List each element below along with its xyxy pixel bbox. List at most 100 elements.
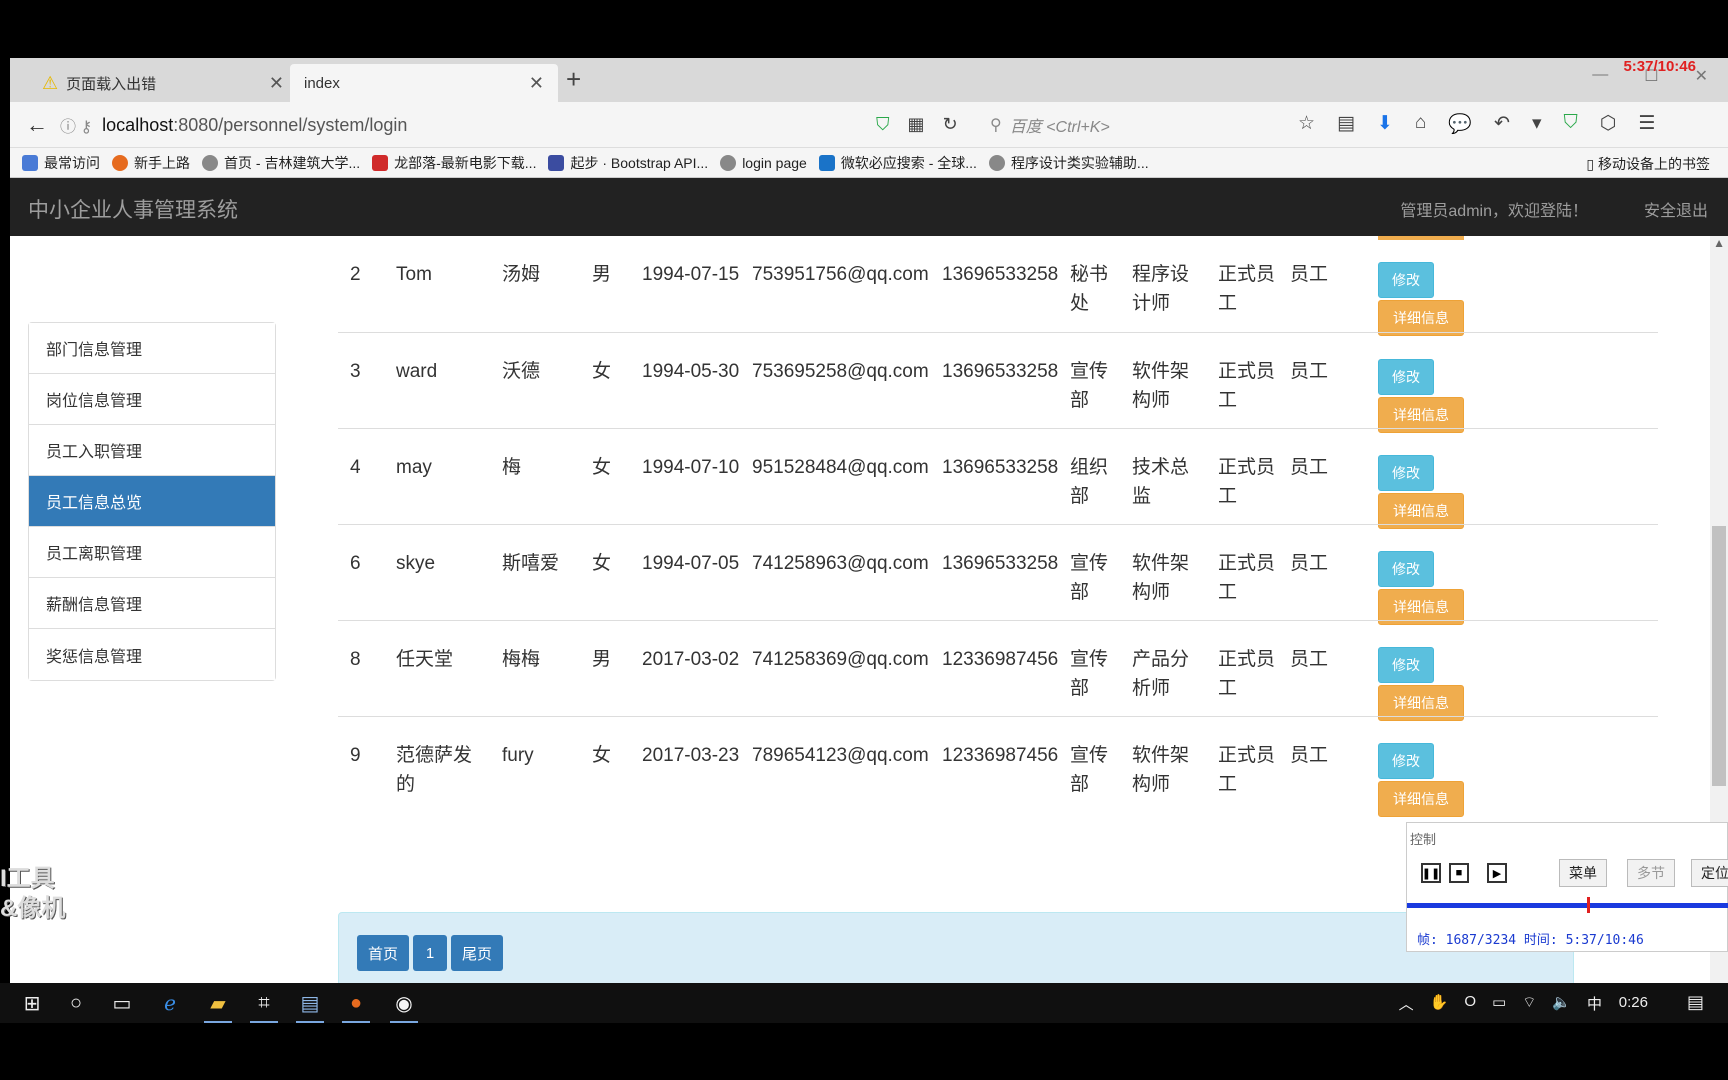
download-icon[interactable]: ⬇ — [1377, 112, 1393, 136]
volume-icon[interactable]: 🔈 — [1552, 993, 1571, 1014]
sidebar-item-positions[interactable]: 岗位信息管理 — [29, 374, 275, 425]
first-page-button[interactable]: 首页 — [357, 935, 409, 971]
qr-code-icon[interactable]: ▦ — [908, 114, 925, 135]
scroll-up-icon[interactable]: ▲ — [1713, 236, 1725, 250]
sidebar-item-departments[interactable]: 部门信息管理 — [29, 323, 275, 374]
recorder-timeline[interactable] — [1407, 903, 1728, 908]
position-cell: 软件架构师 — [1132, 745, 1190, 795]
system-clock[interactable]: 0:26 — [1619, 994, 1648, 1011]
bookmark-item[interactable]: login page — [720, 154, 807, 171]
chat-icon[interactable]: 💬 — [1448, 112, 1472, 136]
pagination-panel: 首页 1 尾页 — [338, 912, 1574, 983]
back-arrow-icon[interactable]: ← — [26, 112, 48, 138]
close-tab-icon[interactable]: ✕ — [269, 73, 284, 94]
next-frame-icon[interactable]: ▶ — [1487, 863, 1507, 883]
edge-browser-icon[interactable]: ℯ — [156, 989, 184, 1017]
table-row: 9 范德萨发的 fury 女 2017-03-23 789654123@qq.com 123… — [338, 716, 1658, 817]
recorder-app-icon[interactable]: ◉ — [390, 989, 418, 1023]
close-window-icon[interactable]: ✕ — [1695, 66, 1708, 86]
edit-button[interactable]: 修改 — [1378, 647, 1434, 683]
last-page-button[interactable]: 尾页 — [451, 935, 503, 971]
address-bar[interactable]: ⓘ ⚷ localhost:8080/personnel/system/logi… — [60, 108, 930, 142]
new-tab-button[interactable]: + — [566, 64, 581, 95]
bookmark-item[interactable]: 起步 · Bootstrap API... — [548, 153, 708, 173]
bookmark-item[interactable]: 最常访问 — [22, 153, 100, 173]
windows-start-icon[interactable]: ⊞ — [18, 989, 46, 1017]
dropdown-icon[interactable]: ▾ — [1532, 112, 1542, 136]
tray-app-icon[interactable]: ✋ — [1430, 993, 1449, 1014]
notepad-icon[interactable]: ▤ — [296, 989, 324, 1023]
edit-button[interactable]: 修改 — [1378, 359, 1434, 395]
department-cell: 宣传部 — [1070, 649, 1109, 699]
tab-index[interactable]: index ✕ — [290, 64, 558, 102]
timeline-marker[interactable] — [1587, 897, 1590, 913]
undo-icon[interactable]: ↶ — [1494, 112, 1510, 136]
firefox-icon[interactable]: ● — [342, 989, 370, 1023]
menu-icon[interactable]: ☰ — [1638, 112, 1655, 136]
bookmark-item[interactable]: 程序设计类实验辅助... — [988, 153, 1149, 173]
employment-type-cell: 正式员工 — [1218, 264, 1276, 314]
edit-button[interactable]: 修改 — [1378, 743, 1434, 779]
employee-id-cell: 2 — [350, 264, 361, 285]
star-icon[interactable]: ☆ — [1298, 112, 1315, 136]
home-icon[interactable]: ⌂ — [1415, 112, 1426, 136]
reading-list-icon[interactable]: ▤ — [1337, 112, 1355, 136]
stop-icon[interactable]: ■ — [1449, 863, 1469, 883]
locate-button[interactable]: 定位 — [1691, 859, 1728, 887]
bookmark-item[interactable]: 首页 - 吉林建筑大学... — [202, 153, 360, 173]
edit-button[interactable]: 修改 — [1378, 262, 1434, 298]
tray-circle-icon[interactable]: O — [1464, 993, 1476, 1014]
sidebar-item-employee-overview[interactable]: 员工信息总览 — [29, 476, 275, 527]
details-button[interactable]: 详细信息 — [1378, 300, 1464, 336]
menu-button[interactable]: 菜单 — [1559, 859, 1607, 887]
notification-icon[interactable]: ▤ — [1687, 992, 1704, 1013]
pause-icon[interactable]: ❚❚ — [1421, 863, 1441, 883]
details-button[interactable]: 详细信息 — [1378, 781, 1464, 817]
birthdate-cell: 1994-05-30 — [642, 361, 740, 382]
position-cell: 程序设计师 — [1132, 264, 1190, 314]
multi-section-button[interactable]: 多节 — [1627, 859, 1675, 887]
chinese-name-cell: fury — [502, 745, 534, 766]
sidebar-item-rewards[interactable]: 奖惩信息管理 — [29, 629, 275, 680]
chinese-name-cell: 梅 — [502, 457, 522, 478]
sidebar-item-onboarding[interactable]: 员工入职管理 — [29, 425, 275, 476]
task-view-icon[interactable]: ▭ — [108, 989, 136, 1017]
security-shield-icon[interactable]: ⛉ — [1564, 112, 1578, 136]
edit-button[interactable]: 修改 — [1378, 551, 1434, 587]
email-cell: 741258369@qq.com — [752, 649, 929, 670]
bookmark-item[interactable]: 龙部落-最新电影下载... — [372, 153, 536, 173]
minimize-icon[interactable]: — — [1592, 66, 1608, 86]
bookmark-item[interactable]: 新手上路 — [112, 153, 190, 173]
logout-link[interactable]: 安全退出 — [1644, 197, 1708, 221]
recording-timestamp: 5:37/10:46 — [1623, 58, 1696, 75]
chinese-name-cell: 汤姆 — [502, 264, 541, 285]
file-explorer-icon[interactable]: ▰ — [204, 989, 232, 1023]
wifi-icon[interactable]: ⌔ — [1522, 993, 1536, 1014]
sidebar-item-salary[interactable]: 薪酬信息管理 — [29, 578, 275, 629]
tray-expand-icon[interactable]: ︿ — [1399, 993, 1414, 1014]
reload-icon[interactable]: ↻ — [943, 114, 958, 135]
extension-icon[interactable]: ⬡ — [1600, 112, 1617, 136]
tab-load-error[interactable]: ⚠ 页面载入出错 ✕ — [28, 64, 298, 102]
shield-icon[interactable]: ⛉ — [876, 114, 890, 135]
search-circle-icon[interactable]: ○ — [62, 989, 90, 1017]
battery-icon[interactable]: ▭ — [1492, 993, 1506, 1014]
role-cell: 员工 — [1290, 264, 1329, 285]
mobile-bookmarks[interactable]: ▯ 移动设备上的书签 — [1586, 154, 1710, 174]
close-tab-icon[interactable]: ✕ — [529, 73, 544, 94]
tab-label: 页面载入出错 — [66, 75, 157, 93]
page-1-button[interactable]: 1 — [413, 935, 447, 971]
edit-button[interactable]: 修改 — [1378, 455, 1434, 491]
ime-indicator[interactable]: 中 — [1587, 993, 1602, 1014]
bookmark-label: 首页 - 吉林建筑大学... — [224, 154, 361, 171]
app-brand[interactable]: 中小企业人事管理系统 — [28, 194, 238, 224]
ide-icon[interactable]: ⌗ — [250, 989, 278, 1023]
birthdate-cell: 1994-07-10 — [642, 457, 740, 478]
info-icon[interactable]: ⓘ ⚷ — [60, 113, 92, 137]
mobile-bookmarks-label: 移动设备上的书签 — [1598, 156, 1710, 172]
employee-name-cell: skye — [396, 553, 436, 574]
search-input[interactable]: ⚲ 百度 <Ctrl+K> — [990, 108, 1270, 142]
bookmark-item[interactable]: 微软必应搜索 - 全球... — [818, 153, 977, 173]
scrollbar-thumb[interactable] — [1712, 526, 1726, 786]
sidebar-item-resignation[interactable]: 员工离职管理 — [29, 527, 275, 578]
